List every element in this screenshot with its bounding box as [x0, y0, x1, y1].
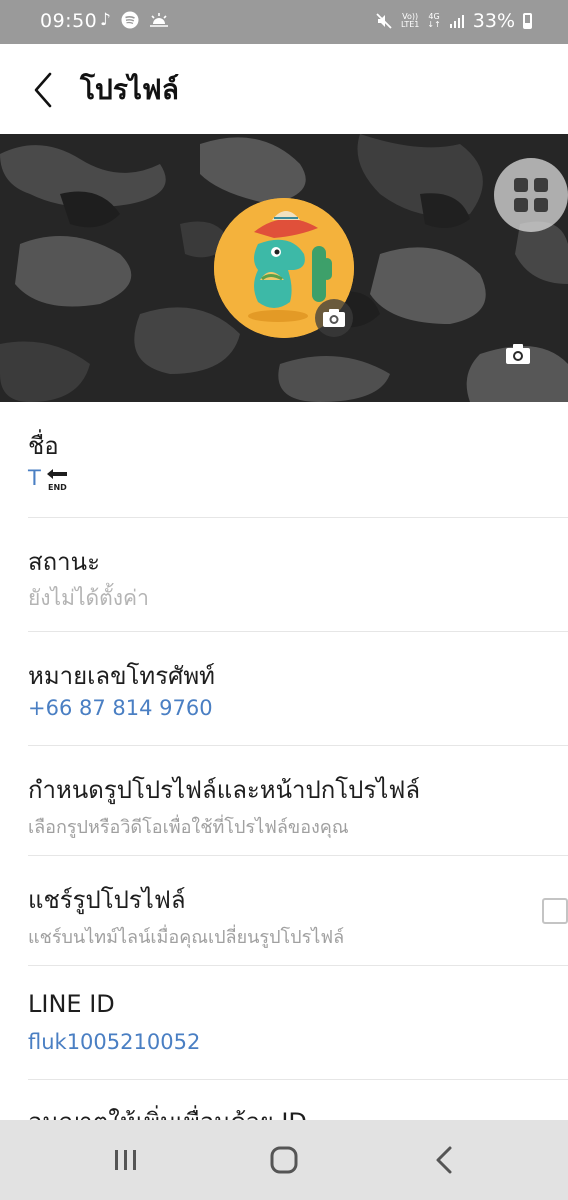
set-profile-photo-row[interactable]: กำหนดรูปโปรไฟล์และหน้าปกโปรไฟล์ เลือกรูป…: [28, 746, 568, 856]
system-back-button[interactable]: [414, 1140, 474, 1180]
spotify-icon: [121, 11, 139, 29]
status-bar: 09:50 ♪ Vo)) LTE1 4G ↓↑ 33%: [0, 0, 568, 44]
recents-button[interactable]: [96, 1140, 156, 1180]
end-label: END: [48, 483, 67, 492]
set-profile-photo-label: กำหนดรูปโปรไฟล์และหน้าปกโปรไฟล์: [28, 776, 421, 804]
profile-cover[interactable]: [0, 134, 568, 402]
share-profile-photo-checkbox[interactable]: [542, 898, 568, 924]
recents-icon: [115, 1150, 136, 1170]
back-button[interactable]: [24, 68, 64, 112]
phone-number-row[interactable]: หมายเลขโทรศัพท์ +66 87 814 9760: [28, 632, 568, 746]
line-id-row[interactable]: LINE ID fluk1005210052: [28, 966, 568, 1080]
4g-icon: 4G ↓↑: [427, 13, 440, 29]
phone-number-label: หมายเลขโทรศัพท์: [28, 662, 215, 690]
change-avatar-camera-button[interactable]: [312, 298, 356, 338]
line-id-value: fluk1005210052: [28, 1030, 201, 1054]
name-value: T END: [28, 466, 71, 494]
home-button[interactable]: [254, 1140, 314, 1180]
status-system-icons: Vo)) LTE1 4G ↓↑ 33%: [375, 10, 532, 32]
status-time: 09:50: [40, 10, 98, 32]
lte-label: LTE1: [400, 20, 420, 29]
status-row[interactable]: สถานะ ยังไม่ได้ตั้งค่า: [28, 518, 568, 632]
battery-icon: [523, 13, 532, 29]
end-arrow-icon: END: [46, 469, 67, 492]
share-profile-photo-label: แชร์รูปโปรไฟล์: [28, 886, 186, 914]
status-label: สถานะ: [28, 548, 100, 576]
camera-icon: [506, 344, 530, 364]
home-icon: [270, 1146, 298, 1174]
change-cover-camera-button[interactable]: [504, 342, 532, 366]
page-title: โปรไฟล์: [80, 73, 179, 106]
share-profile-photo-description: แชร์บนไทม์ไลน์เมื่อคุณเปลี่ยนรูปโปรไฟล์: [28, 927, 345, 948]
back-icon: [436, 1146, 452, 1174]
profile-settings-list: ชื่อ T END สถานะ ยังไม่ได้ตั้งค่า หมายเล…: [0, 402, 568, 1140]
phone-number-value: +66 87 814 9760: [28, 696, 213, 720]
status-placeholder: ยังไม่ได้ตั้งค่า: [28, 586, 149, 610]
mute-icon: [376, 13, 392, 29]
line-id-label: LINE ID: [28, 990, 115, 1018]
set-profile-photo-description: เลือกรูปหรือวิดีโอเพื่อใช้ที่โปรไฟล์ของค…: [28, 817, 349, 838]
data-arrows-icon: ↓↑: [427, 20, 441, 29]
status-notification-icons: ♪: [100, 10, 169, 30]
volte-icon: Vo)) LTE1: [401, 13, 419, 29]
share-profile-photo-row[interactable]: แชร์รูปโปรไฟล์ แชร์บนไทม์ไลน์เมื่อคุณเปล…: [28, 856, 568, 966]
app-header: โปรไฟล์: [0, 44, 568, 134]
signal-icon: [449, 15, 464, 28]
name-label: ชื่อ: [28, 432, 59, 460]
music-note-icon: ♪: [100, 10, 111, 30]
grid-menu-button[interactable]: [494, 158, 568, 232]
system-nav-bar: [0, 1120, 568, 1200]
battery-percent: 33%: [472, 10, 515, 32]
name-row[interactable]: ชื่อ T END: [28, 402, 568, 518]
name-text: T: [28, 466, 41, 490]
weather-sunrise-icon: [149, 13, 168, 27]
chevron-left-icon: [34, 72, 52, 108]
camera-icon: [315, 299, 353, 337]
